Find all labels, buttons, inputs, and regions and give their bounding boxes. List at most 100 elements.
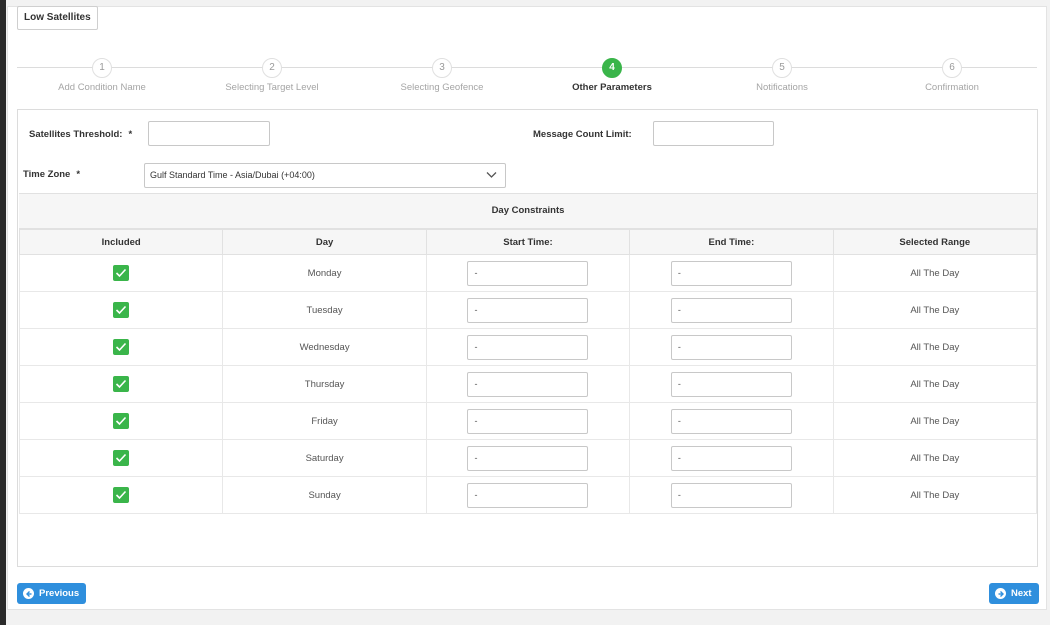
satellites-threshold-label: Satellites Threshold: * bbox=[29, 129, 132, 140]
day-cell: Monday bbox=[222, 254, 427, 292]
table-row: Saturday - - All The Day bbox=[18, 439, 1038, 477]
end-time-input[interactable]: - bbox=[670, 260, 792, 286]
previous-button[interactable]: Previous bbox=[17, 583, 87, 604]
step-number: 6 bbox=[942, 58, 962, 78]
step-5[interactable]: 5 Notifications bbox=[697, 58, 867, 93]
day-cell: Tuesday bbox=[222, 291, 427, 329]
end-time-input[interactable]: - bbox=[670, 445, 792, 471]
included-checkbox[interactable] bbox=[113, 339, 130, 355]
included-checkbox[interactable] bbox=[113, 376, 130, 392]
included-cell bbox=[18, 402, 224, 440]
step-number: 1 bbox=[92, 58, 112, 78]
included-cell bbox=[18, 328, 224, 366]
included-checkbox[interactable] bbox=[113, 487, 130, 503]
included-cell bbox=[18, 291, 224, 329]
table-row: Thursday - - All The Day bbox=[18, 365, 1038, 403]
time-zone-value: Gulf Standard Time - Asia/Dubai (+04:00) bbox=[150, 170, 315, 180]
start-time-input[interactable]: - bbox=[467, 445, 589, 471]
check-icon bbox=[116, 490, 127, 500]
satellites-threshold-input[interactable] bbox=[148, 121, 270, 146]
step-1[interactable]: 1 Add Condition Name bbox=[17, 58, 187, 93]
column-header-day: Day bbox=[222, 229, 427, 255]
time-zone-label: Time Zone * bbox=[23, 169, 80, 180]
end-time-input[interactable]: - bbox=[670, 334, 792, 360]
start-time-input[interactable]: - bbox=[467, 371, 589, 397]
start-time-cell: - bbox=[425, 365, 631, 403]
table-row: Tuesday - - All The Day bbox=[18, 291, 1038, 329]
step-label: Notifications bbox=[756, 82, 808, 93]
start-time-input[interactable]: - bbox=[467, 334, 589, 360]
check-icon bbox=[116, 379, 127, 389]
message-count-limit-input[interactable] bbox=[653, 121, 774, 146]
satellites-threshold-label-text: Satellites Threshold: bbox=[29, 129, 123, 140]
time-zone-select[interactable]: Gulf Standard Time - Asia/Dubai (+04:00) bbox=[144, 163, 506, 188]
arrow-left-circle-icon bbox=[23, 588, 34, 599]
step-number: 2 bbox=[262, 58, 282, 78]
other-parameters-panel: Satellites Threshold: * Message Count Lim… bbox=[17, 109, 1038, 567]
start-time-cell: - bbox=[425, 476, 631, 514]
day-cell: Friday bbox=[222, 402, 427, 440]
end-time-input[interactable]: - bbox=[670, 408, 792, 434]
end-time-cell: - bbox=[629, 291, 834, 329]
check-icon bbox=[116, 453, 127, 463]
included-checkbox[interactable] bbox=[113, 265, 130, 281]
check-icon bbox=[116, 416, 127, 426]
chevron-down-icon bbox=[486, 172, 497, 178]
included-cell bbox=[18, 254, 224, 292]
day-constraints-title: Day Constraints bbox=[19, 193, 1037, 229]
included-cell bbox=[18, 476, 224, 514]
required-marker: * bbox=[76, 169, 81, 180]
column-header-end-time: End Time: bbox=[629, 229, 834, 255]
end-time-cell: - bbox=[629, 328, 834, 366]
step-6[interactable]: 6 Confirmation bbox=[867, 58, 1037, 93]
included-checkbox[interactable] bbox=[113, 302, 130, 318]
start-time-input[interactable]: - bbox=[467, 408, 589, 434]
column-header-selected-range: Selected Range bbox=[832, 229, 1038, 255]
start-time-cell: - bbox=[425, 439, 631, 477]
next-button[interactable]: Next bbox=[989, 583, 1039, 604]
end-time-cell: - bbox=[629, 365, 834, 403]
day-cell: Sunday bbox=[222, 476, 427, 514]
selected-range-cell: All The Day bbox=[832, 439, 1038, 477]
next-button-label: Next bbox=[1011, 588, 1032, 599]
table-row: Wednesday - - All The Day bbox=[18, 328, 1038, 366]
included-cell bbox=[18, 439, 224, 477]
table-header-row: Included Day Start Time: End Time: Selec… bbox=[18, 229, 1038, 255]
end-time-input[interactable]: - bbox=[670, 297, 792, 323]
check-icon bbox=[116, 268, 127, 278]
step-4[interactable]: 4 Other Parameters bbox=[527, 58, 697, 93]
step-label: Other Parameters bbox=[572, 82, 652, 93]
end-time-cell: - bbox=[629, 402, 834, 440]
column-header-start-time: Start Time: bbox=[425, 229, 631, 255]
step-3[interactable]: 3 Selecting Geofence bbox=[357, 58, 527, 93]
step-number: 3 bbox=[432, 58, 452, 78]
start-time-input[interactable]: - bbox=[467, 482, 589, 508]
table-row: Sunday - - All The Day bbox=[18, 476, 1038, 514]
day-cell: Thursday bbox=[222, 365, 427, 403]
step-label: Selecting Geofence bbox=[400, 82, 484, 93]
end-time-input[interactable]: - bbox=[670, 371, 792, 397]
day-constraints-table: Included Day Start Time: End Time: Selec… bbox=[18, 229, 1038, 514]
day-cell: Wednesday bbox=[222, 328, 427, 366]
start-time-input[interactable]: - bbox=[467, 260, 589, 286]
end-time-input[interactable]: - bbox=[670, 482, 792, 508]
card-title: Low Satellites bbox=[17, 6, 98, 30]
step-2[interactable]: 2 Selecting Target Level bbox=[187, 58, 357, 93]
start-time-cell: - bbox=[425, 328, 631, 366]
left-edge-bar bbox=[0, 0, 6, 625]
selected-range-cell: All The Day bbox=[832, 254, 1038, 292]
selected-range-cell: All The Day bbox=[832, 476, 1038, 514]
day-cell: Saturday bbox=[222, 439, 427, 477]
table-row: Friday - - All The Day bbox=[18, 402, 1038, 440]
included-checkbox[interactable] bbox=[113, 450, 130, 466]
required-marker: * bbox=[128, 129, 133, 140]
selected-range-cell: All The Day bbox=[832, 402, 1038, 440]
included-checkbox[interactable] bbox=[113, 413, 130, 429]
arrow-right-circle-icon bbox=[995, 588, 1006, 599]
step-number: 5 bbox=[772, 58, 792, 78]
start-time-input[interactable]: - bbox=[467, 297, 589, 323]
time-zone-label-text: Time Zone bbox=[23, 169, 71, 180]
start-time-cell: - bbox=[425, 291, 631, 329]
step-label: Add Condition Name bbox=[58, 82, 146, 93]
end-time-cell: - bbox=[629, 439, 834, 477]
